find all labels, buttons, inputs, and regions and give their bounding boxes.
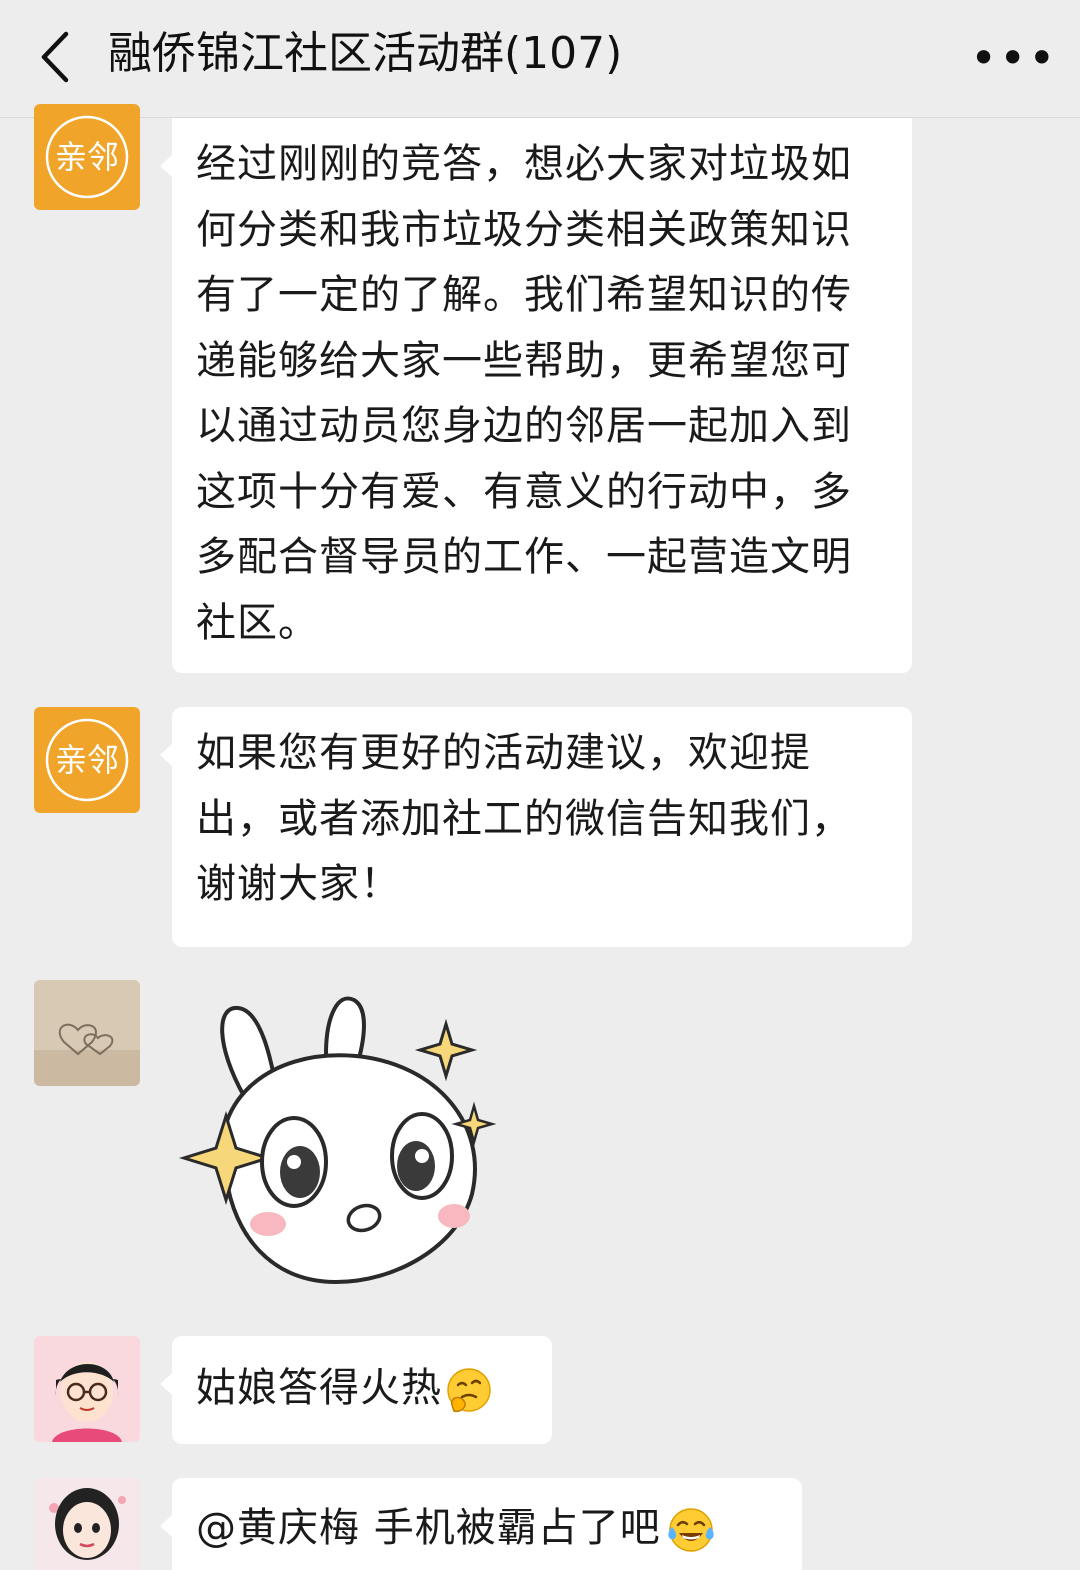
message-text: 经过刚刚的竞答，想必大家对垃圾如何分类和我市垃圾分类相关政策知识有了一定的了解。… (196, 141, 852, 646)
avatar-logo-text: 亲邻 (55, 741, 119, 779)
message-bubble[interactable]: 如果您有更好的活动建议，欢迎提出，或者添加社工的微信告知我们，谢谢大家！ (160, 707, 912, 947)
message-text: 如果您有更好的活动建议，欢迎提出，或者添加社工的微信告知我们，谢谢大家！ (196, 730, 852, 907)
back-button[interactable] (28, 22, 88, 92)
woman-cartoon-avatar[interactable] (34, 1478, 140, 1570)
chevron-left-icon (41, 31, 69, 83)
message-bubble[interactable]: 姑娘答得火热 (160, 1336, 552, 1444)
org-logo-avatar[interactable]: 亲邻 (34, 707, 140, 813)
message-text: @黄庆梅 手机被霸占了吧 (196, 1505, 661, 1551)
message-text: 姑娘答得火热 (196, 1365, 442, 1411)
sand-heart-avatar[interactable] (34, 980, 140, 1086)
chat-title: 融侨锦江社区活动群(107) (108, 28, 623, 79)
avatar-logo-text: 亲邻 (55, 138, 119, 176)
chat-header: 融侨锦江社区活动群(107) ••• (0, 0, 1080, 118)
org-logo-avatar[interactable]: 亲邻 (34, 104, 140, 210)
more-options-button[interactable]: ••• (970, 28, 1055, 88)
woman-glasses-avatar[interactable] (34, 1336, 140, 1442)
thinking-face-emoji (447, 1368, 491, 1413)
message-bubble[interactable]: @黄庆梅 手机被霸占了吧 (160, 1478, 802, 1570)
bunny-sparkle-sticker[interactable] (176, 986, 497, 1296)
message-bubble[interactable]: 经过刚刚的竞答，想必大家对垃圾如何分类和我市垃圾分类相关政策知识有了一定的了解。… (160, 118, 912, 673)
tears-of-joy-emoji (668, 1508, 714, 1552)
